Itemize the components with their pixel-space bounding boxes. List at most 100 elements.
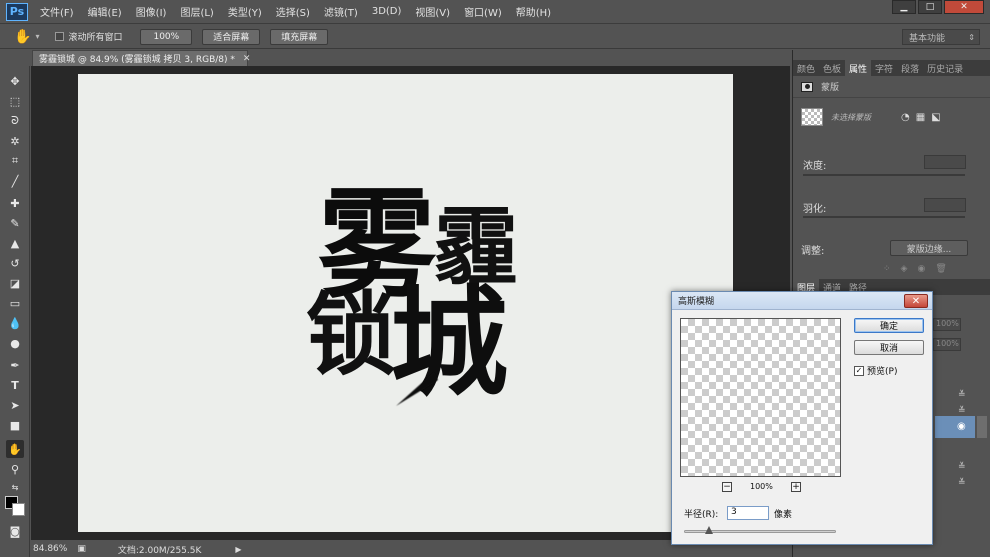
tab-color[interactable]: 颜色: [793, 62, 819, 75]
dodge-tool-icon[interactable]: ●: [6, 334, 24, 352]
menu-type[interactable]: 类型(Y): [228, 4, 262, 19]
mask-label: 蒙版: [821, 83, 840, 93]
scroll-all-checkbox[interactable]: 滚动所有窗口: [55, 30, 122, 43]
canvas[interactable]: 雾 霾 锁 城: [78, 74, 733, 532]
close-icon: ✕: [960, 2, 968, 12]
minimize-button[interactable]: ▁: [892, 0, 916, 14]
density-slider[interactable]: [803, 174, 965, 176]
artwork-char-cheng: 城: [390, 273, 508, 412]
mask-row: 未选择蒙版 ◔ ▦ ⬕: [793, 102, 990, 132]
opacity-field[interactable]: 100%: [933, 318, 961, 331]
type-tool-icon[interactable]: T: [6, 376, 24, 394]
cancel-button[interactable]: 取消: [854, 340, 924, 355]
layer-visibility-icon[interactable]: ◉: [957, 421, 966, 432]
radius-unit: 像素: [774, 510, 793, 520]
menu-filter[interactable]: 滤镜(T): [324, 4, 358, 19]
status-camera-icon[interactable]: ▣: [77, 544, 86, 554]
mask-edge-button[interactable]: 蒙版边缘...: [890, 240, 968, 256]
tab-properties[interactable]: 属性: [845, 60, 872, 76]
zoom-in-button[interactable]: +: [791, 482, 801, 492]
invert-icon[interactable]: ◈: [901, 264, 908, 274]
tab-history[interactable]: 历史记录: [923, 62, 967, 75]
menu-window[interactable]: 窗口(W): [464, 4, 502, 19]
preview-toggle[interactable]: ✓ 预览(P): [854, 364, 897, 377]
radius-slider-thumb[interactable]: [705, 526, 713, 534]
add-vector-mask-icon[interactable]: ⬕: [931, 112, 940, 123]
hand-tool-preset-icon[interactable]: ✋: [14, 29, 31, 45]
zoom-readout[interactable]: 84.86%: [33, 544, 67, 554]
mask-thumbnail[interactable]: [801, 108, 823, 126]
menu-3d[interactable]: 3D(D): [372, 6, 402, 17]
menu-help[interactable]: 帮助(H): [516, 4, 551, 19]
menu-edit[interactable]: 编辑(E): [88, 4, 122, 19]
dialog-close-button[interactable]: ✕: [904, 294, 928, 308]
preview-checkbox[interactable]: ✓: [854, 365, 864, 376]
plus-icon: +: [792, 481, 800, 492]
quick-mask-icon[interactable]: ◙: [6, 522, 24, 540]
properties-panel-tabs: 颜色 色板 属性 字符 段落 历史记录: [793, 60, 990, 76]
doc-info: 文档:2.00M/255.5K: [117, 545, 202, 556]
layers-scrollbar[interactable]: [977, 416, 987, 438]
preset-dropdown-icon[interactable]: ▾: [35, 32, 39, 41]
properties-footer: ⁘ ◈ ◉ 🗑: [883, 264, 947, 274]
pen-tool-icon[interactable]: ✒: [6, 356, 24, 374]
close-tab-icon[interactable]: ✕: [243, 54, 251, 64]
density-field[interactable]: [924, 155, 966, 169]
gradient-tool-icon[interactable]: ▭: [6, 294, 24, 312]
healing-brush-tool-icon[interactable]: ✚: [6, 194, 24, 212]
layer-fx-icon-3[interactable]: ≚: [958, 462, 966, 472]
move-tool-icon[interactable]: ✥: [6, 72, 24, 90]
feather-field[interactable]: [924, 198, 966, 212]
filter-preview[interactable]: [680, 318, 841, 477]
artwork: 雾 霾 锁 城: [306, 175, 518, 412]
layer-fx-icon-2[interactable]: ≚: [958, 406, 966, 416]
swap-colors-icon[interactable]: ⇆: [6, 478, 24, 496]
dialog-title: 高斯模糊: [678, 297, 715, 307]
mask-select-icon[interactable]: ◔: [901, 112, 910, 123]
menu-view[interactable]: 视图(V): [415, 4, 450, 19]
magic-wand-tool-icon[interactable]: ✲: [6, 132, 24, 150]
fit-screen-button[interactable]: 适合屏幕: [202, 28, 261, 45]
tab-paragraph[interactable]: 段落: [897, 62, 923, 75]
ok-button[interactable]: 确定: [854, 318, 924, 333]
selected-layer-row[interactable]: ◉: [935, 416, 975, 438]
workspace-select[interactable]: 基本功能 ⇕: [902, 29, 980, 45]
zoom-100-button[interactable]: 100%: [140, 28, 193, 45]
zoom-tool-icon[interactable]: ⚲: [6, 460, 24, 478]
zoom-out-button[interactable]: −: [722, 482, 732, 492]
document-tab[interactable]: 雾霾锁城 @ 84.9% (雾霾锁城 拷贝 3, RGB/8) * ✕: [32, 50, 251, 66]
feather-slider[interactable]: [803, 216, 965, 218]
history-brush-tool-icon[interactable]: ↺: [6, 254, 24, 272]
add-pixel-mask-icon[interactable]: ▦: [916, 112, 925, 123]
menu-layer[interactable]: 图层(L): [180, 4, 213, 19]
menu-select[interactable]: 选择(S): [276, 4, 310, 19]
menu-file[interactable]: 文件(F): [40, 4, 74, 19]
trash-icon[interactable]: 🗑: [935, 264, 946, 274]
layer-fx-icon[interactable]: ≚: [958, 390, 966, 400]
fill-field[interactable]: 100%: [933, 338, 961, 351]
background-color-swatch[interactable]: [12, 503, 25, 516]
hand-tool-icon[interactable]: ✋: [6, 440, 24, 458]
radius-input[interactable]: 3: [727, 506, 769, 520]
path-selection-tool-icon[interactable]: ➤: [6, 396, 24, 414]
eraser-tool-icon[interactable]: ◪: [6, 274, 24, 292]
status-menu-arrow-icon[interactable]: ▶: [235, 545, 241, 554]
menu-image[interactable]: 图像(I): [136, 4, 167, 19]
apply-mask-icon[interactable]: ⁘: [883, 264, 891, 274]
maximize-button[interactable]: □: [918, 0, 942, 14]
layer-fx-icon-4[interactable]: ≚: [958, 478, 966, 488]
rectangle-tool-icon[interactable]: ■: [6, 416, 24, 434]
lasso-tool-icon[interactable]: ᘐ: [6, 112, 24, 130]
tab-swatches[interactable]: 色板: [819, 62, 845, 75]
brush-tool-icon[interactable]: ✎: [6, 214, 24, 232]
crop-tool-icon[interactable]: ⌗: [6, 152, 24, 170]
marquee-tool-icon[interactable]: ⬚: [6, 92, 24, 110]
blur-tool-icon[interactable]: 💧: [6, 314, 24, 332]
eyedropper-tool-icon[interactable]: ╱: [6, 172, 24, 190]
stamp-tool-icon[interactable]: ▲: [6, 234, 24, 252]
tab-character[interactable]: 字符: [871, 62, 897, 75]
visibility-icon[interactable]: ◉: [917, 264, 925, 274]
close-window-button[interactable]: ✕: [944, 0, 984, 14]
dialog-titlebar[interactable]: 高斯模糊: [672, 292, 932, 310]
fill-screen-button[interactable]: 填充屏幕: [270, 28, 329, 45]
